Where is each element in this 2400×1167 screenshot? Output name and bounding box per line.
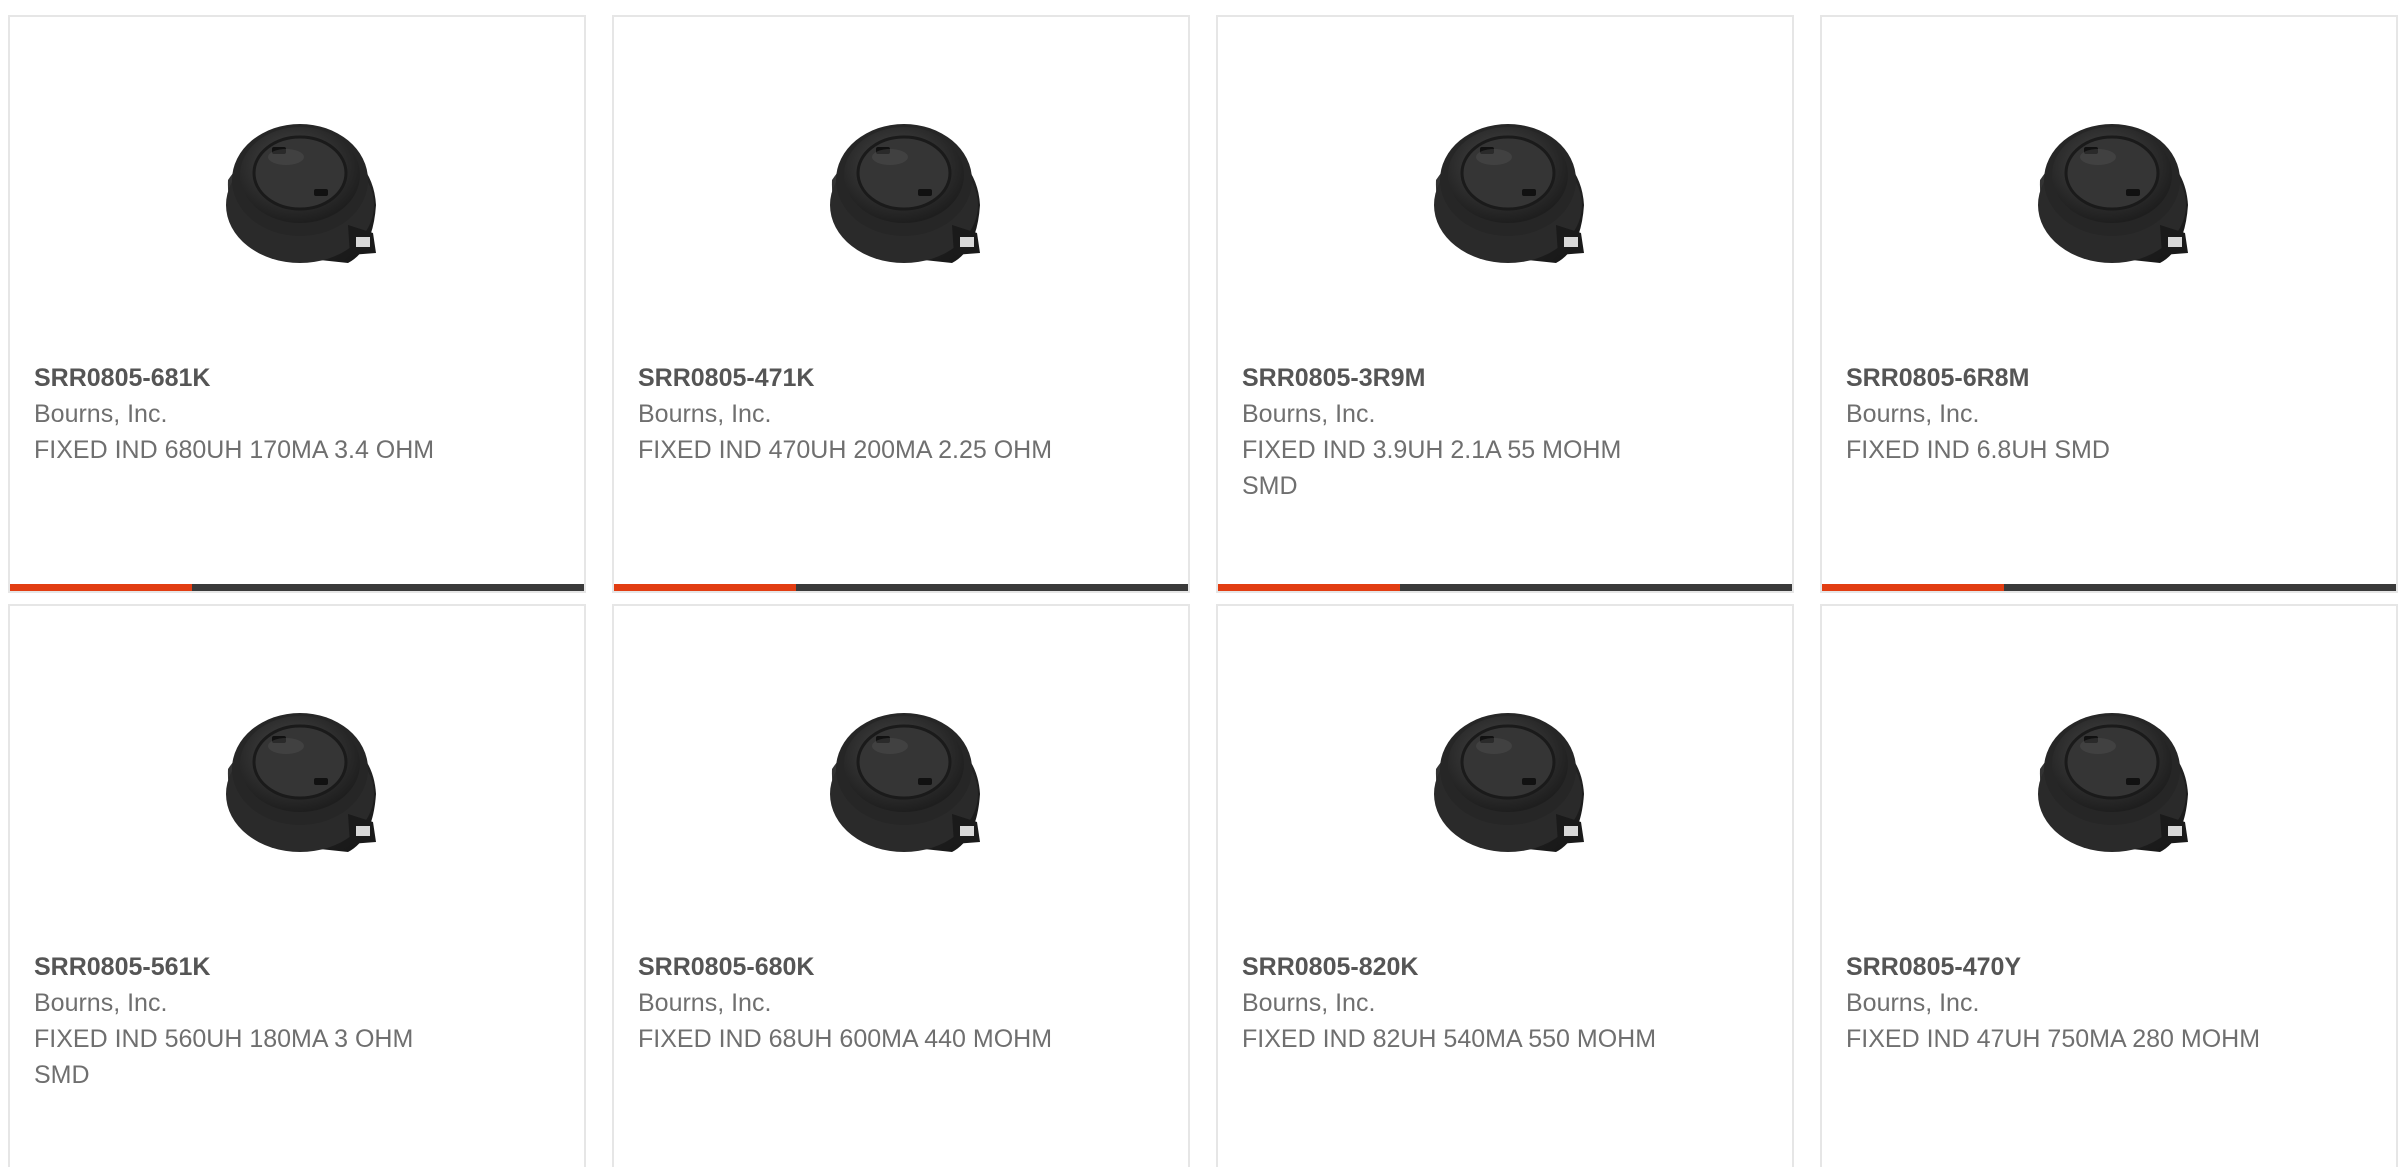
part-number[interactable]: SRR0805-681K — [34, 360, 474, 396]
inductor-image[interactable] — [198, 85, 398, 285]
description: FIXED IND 470UH 200MA 2.25 OHM — [638, 436, 1053, 464]
product-card[interactable]: SRR0805-6R8M Bourns, Inc. FIXED IND 6.8U… — [1820, 15, 2398, 593]
description: FIXED IND 82UH 540MA 550 MOHM — [1242, 1025, 1657, 1053]
card-accent — [614, 584, 796, 591]
product-card[interactable]: SRR0805-470Y Bourns, Inc. FIXED IND 47UH… — [1820, 604, 2398, 1167]
inductor-image[interactable] — [198, 674, 398, 874]
card-bottom-bar — [1822, 584, 2396, 591]
inductor-image[interactable] — [2010, 85, 2210, 285]
card-accent — [10, 584, 192, 591]
product-card[interactable]: SRR0805-680K Bourns, Inc. FIXED IND 68UH… — [612, 604, 1190, 1167]
card-bottom-bar — [1218, 584, 1792, 591]
manufacturer: Bourns, Inc. — [638, 989, 772, 1017]
description: FIXED IND 6.8UH SMD — [1846, 436, 2110, 464]
inductor-image[interactable] — [802, 674, 1002, 874]
part-number[interactable]: SRR0805-680K — [638, 949, 1078, 985]
part-number[interactable]: SRR0805-6R8M — [1846, 360, 2286, 396]
description: FIXED IND 680UH 170MA 3.4 OHM — [34, 436, 435, 464]
part-number[interactable]: SRR0805-471K — [638, 360, 1078, 396]
inductor-image[interactable] — [1406, 674, 1606, 874]
product-meta: SRR0805-6R8M Bourns, Inc. FIXED IND 6.8U… — [1846, 360, 2286, 468]
product-meta: SRR0805-680K Bourns, Inc. FIXED IND 68UH… — [638, 949, 1078, 1057]
description: FIXED IND 47UH 750MA 280 MOHM — [1846, 1025, 2261, 1053]
product-card[interactable]: SRR0805-471K Bourns, Inc. FIXED IND 470U… — [612, 15, 1190, 593]
description: FIXED IND 560UH 180MA 3 OHM SMD — [34, 1025, 414, 1089]
product-card[interactable]: SRR0805-820K Bourns, Inc. FIXED IND 82UH… — [1216, 604, 1794, 1167]
inductor-image[interactable] — [2010, 674, 2210, 874]
inductor-image[interactable] — [1406, 85, 1606, 285]
manufacturer: Bourns, Inc. — [638, 400, 772, 428]
manufacturer: Bourns, Inc. — [34, 989, 168, 1017]
manufacturer: Bourns, Inc. — [1242, 400, 1376, 428]
product-grid: SRR0805-681K Bourns, Inc. FIXED IND 680U… — [0, 0, 2400, 1167]
product-meta: SRR0805-681K Bourns, Inc. FIXED IND 680U… — [34, 360, 474, 468]
product-card[interactable]: SRR0805-681K Bourns, Inc. FIXED IND 680U… — [8, 15, 586, 593]
description: FIXED IND 3.9UH 2.1A 55 MOHM SMD — [1242, 436, 1622, 500]
product-meta: SRR0805-471K Bourns, Inc. FIXED IND 470U… — [638, 360, 1078, 468]
inductor-image[interactable] — [802, 85, 1002, 285]
product-meta: SRR0805-3R9M Bourns, Inc. FIXED IND 3.9U… — [1242, 360, 1682, 504]
card-accent — [1218, 584, 1400, 591]
manufacturer: Bourns, Inc. — [1846, 989, 1980, 1017]
manufacturer: Bourns, Inc. — [34, 400, 168, 428]
card-bottom-bar — [614, 584, 1188, 591]
description: FIXED IND 68UH 600MA 440 MOHM — [638, 1025, 1053, 1053]
product-meta: SRR0805-820K Bourns, Inc. FIXED IND 82UH… — [1242, 949, 1682, 1057]
card-accent — [1822, 584, 2004, 591]
product-meta: SRR0805-470Y Bourns, Inc. FIXED IND 47UH… — [1846, 949, 2286, 1057]
part-number[interactable]: SRR0805-3R9M — [1242, 360, 1682, 396]
product-card[interactable]: SRR0805-561K Bourns, Inc. FIXED IND 560U… — [8, 604, 586, 1167]
product-meta: SRR0805-561K Bourns, Inc. FIXED IND 560U… — [34, 949, 474, 1093]
manufacturer: Bourns, Inc. — [1242, 989, 1376, 1017]
manufacturer: Bourns, Inc. — [1846, 400, 1980, 428]
card-bottom-bar — [10, 584, 584, 591]
product-card[interactable]: SRR0805-3R9M Bourns, Inc. FIXED IND 3.9U… — [1216, 15, 1794, 593]
part-number[interactable]: SRR0805-820K — [1242, 949, 1682, 985]
part-number[interactable]: SRR0805-561K — [34, 949, 474, 985]
part-number[interactable]: SRR0805-470Y — [1846, 949, 2286, 985]
